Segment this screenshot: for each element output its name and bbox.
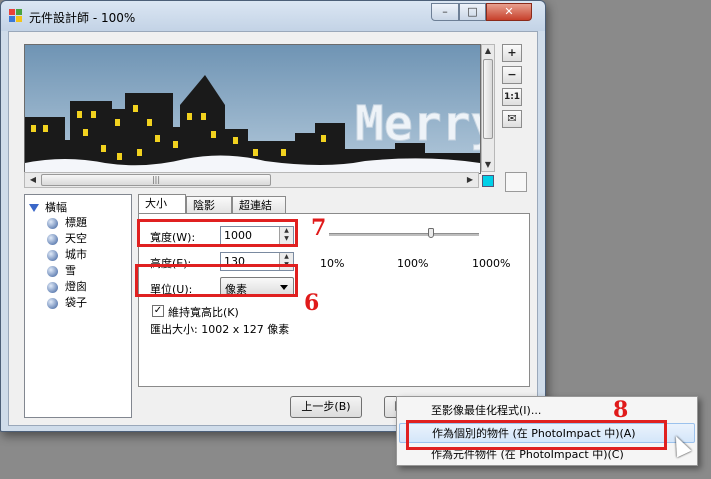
navigator-box[interactable] [505,172,527,192]
annotation-box-7 [137,219,298,247]
tree-item[interactable]: 袋子 [47,295,87,310]
tree-item-label: 天空 [65,232,87,245]
sphere-icon [47,233,58,245]
sphere-icon [47,249,58,261]
tab-size[interactable]: 大小 [138,194,186,214]
svg-text:Merry: Merry [355,96,480,152]
scale-slider-track[interactable] [329,233,479,236]
color-swatch[interactable] [482,175,494,187]
menu-item-image-optimizer[interactable]: 至影像最佳化程式(I)... [399,401,695,421]
tree-root-label: 橫幅 [45,201,67,214]
tree-item[interactable]: 燈囪 [47,279,87,294]
scroll-left-icon[interactable]: ◀ [26,174,40,186]
scroll-down-icon[interactable]: ▼ [482,159,494,171]
sphere-icon [47,297,58,309]
keep-ratio-checkbox[interactable]: ✓ [152,305,164,317]
scale-slider-thumb[interactable] [428,228,434,238]
tree-item-label: 城市 [65,248,87,261]
tree-item-label: 袋子 [65,296,87,309]
tree-root-banner[interactable]: 橫幅 [29,199,67,215]
slider-max-label: 1000% [472,257,511,270]
keep-ratio-label: 維持寬高比(K) [168,306,239,319]
tab-hyperlink[interactable]: 超連結 [232,196,286,213]
tree-item[interactable]: 標題 [47,215,87,230]
banner-image: Merry [25,45,480,173]
zoom-out-icon[interactable]: − [502,66,522,84]
vertical-scroll-thumb[interactable] [483,59,493,139]
title-bar[interactable]: 元件設計師 - 100% – □ ✕ [1,1,545,31]
tree-item[interactable]: 天空 [47,231,87,246]
sphere-icon [47,265,58,277]
tree-item-label: 燈囪 [65,280,87,293]
preview-horizontal-scrollbar[interactable]: ◀ ||| ▶ [24,172,479,188]
minimize-button[interactable]: – [431,3,459,21]
scroll-right-icon[interactable]: ▶ [463,174,477,186]
tree-item-label: 標題 [65,216,87,229]
scroll-up-icon[interactable]: ▲ [482,45,494,57]
annotation-number-7: 7 [311,215,327,241]
sphere-icon [47,281,58,293]
banner-preview[interactable]: Merry [24,44,481,174]
tree-item[interactable]: 城市 [47,247,87,262]
horizontal-scroll-thumb[interactable]: ||| [41,174,271,186]
maximize-button[interactable]: □ [459,3,486,21]
zoom-in-icon[interactable]: + [502,44,522,62]
app-icon [9,9,22,22]
close-button[interactable]: ✕ [486,3,532,21]
annotation-number-8: 8 [613,397,629,423]
component-designer-window: 元件設計師 - 100% – □ ✕ Merr ▲ ▼ ◀ ||| ▶ + − … [0,0,546,432]
object-tree[interactable]: 橫幅 標題 天空 城市 雪 燈囪 袋子 [24,194,132,418]
annotation-number-6: 6 [304,290,320,316]
window-title: 元件設計師 - 100% [29,11,136,25]
tree-item-label: 雪 [65,264,76,277]
spin-up-icon[interactable]: ▲ [280,253,293,261]
annotation-box-8 [406,420,667,450]
annotation-box-6 [135,264,298,297]
export-size-text: 匯出大小: 1002 x 127 像素 [150,323,290,336]
previous-button[interactable]: 上一步(B) [290,396,362,418]
sphere-icon [47,217,58,229]
mail-icon[interactable]: ✉ [502,110,522,128]
expand-triangle-icon[interactable] [29,204,39,212]
tree-item[interactable]: 雪 [47,263,76,278]
actual-size-button[interactable]: 1:1 [502,88,522,106]
preview-vertical-scrollbar[interactable]: ▲ ▼ [481,44,495,172]
slider-mid-label: 100% [397,257,429,270]
slider-min-label: 10% [320,257,345,270]
tab-shadow[interactable]: 陰影 [186,196,232,213]
